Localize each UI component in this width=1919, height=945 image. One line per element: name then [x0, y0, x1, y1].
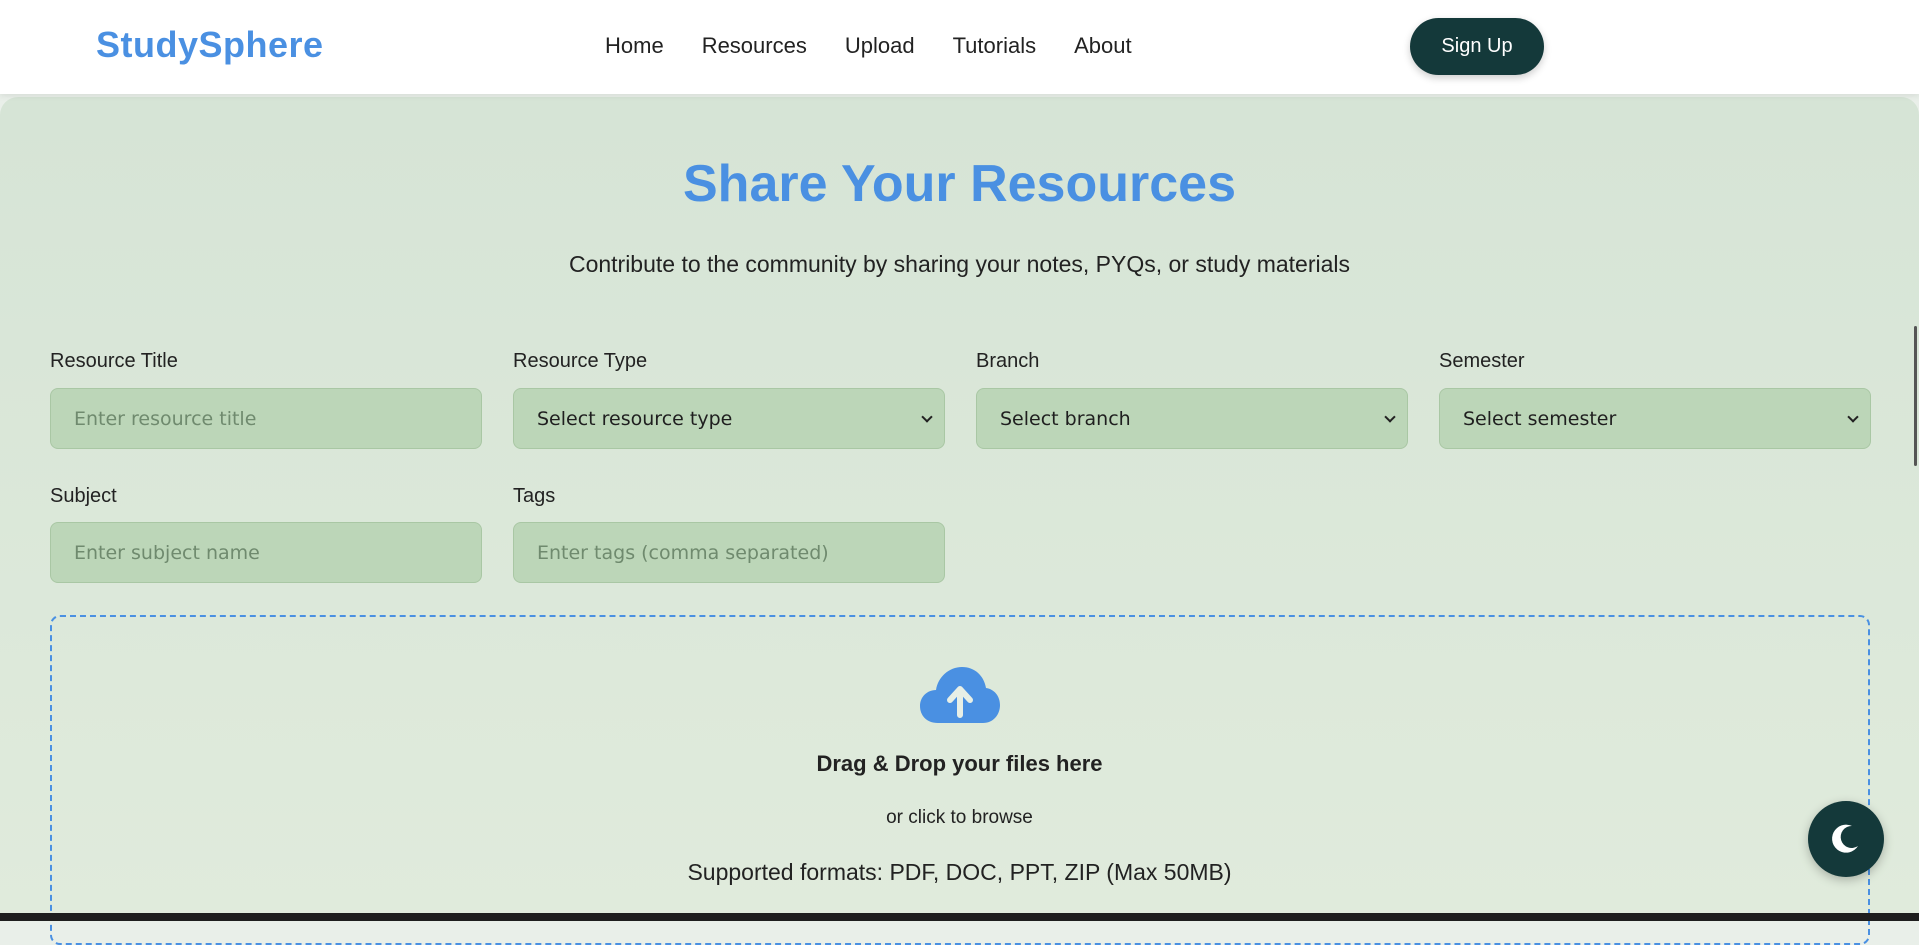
sign-up-button[interactable]: Sign Up: [1410, 18, 1544, 75]
nav-home[interactable]: Home: [605, 33, 664, 59]
theme-toggle-button[interactable]: [1808, 801, 1884, 877]
main-nav: Home Resources Upload Tutorials About: [605, 33, 1132, 59]
branch-select[interactable]: Select branch: [976, 388, 1408, 449]
nav-tutorials[interactable]: Tutorials: [953, 33, 1037, 59]
semester-label: Semester: [1439, 350, 1525, 372]
tags-label: Tags: [513, 485, 556, 507]
subject-input[interactable]: [50, 522, 482, 583]
resource-title-input[interactable]: [50, 388, 482, 449]
subject-label: Subject: [50, 485, 117, 507]
site-logo[interactable]: StudySphere: [96, 24, 324, 66]
chevron-down-icon: [1384, 410, 1396, 423]
moon-icon: [1832, 824, 1858, 853]
resource-type-select[interactable]: Select resource type: [513, 388, 945, 449]
bottom-bar: [0, 913, 1919, 921]
scrollbar-thumb[interactable]: [1914, 326, 1917, 466]
resource-type-value: Select resource type: [537, 407, 733, 430]
resource-title-label: Resource Title: [50, 350, 178, 372]
supported-formats: Supported formats: PDF, DOC, PPT, ZIP (M…: [687, 859, 1232, 885]
site-header: StudySphere Home Resources Upload Tutori…: [0, 0, 1919, 94]
nav-upload[interactable]: Upload: [845, 33, 915, 59]
tags-input[interactable]: [513, 522, 945, 583]
nav-about[interactable]: About: [1074, 33, 1132, 59]
nav-resources[interactable]: Resources: [702, 33, 807, 59]
branch-label: Branch: [976, 350, 1040, 372]
branch-value: Select branch: [1000, 407, 1131, 430]
drop-title: Drag & Drop your files here: [816, 751, 1103, 776]
semester-value: Select semester: [1463, 407, 1617, 430]
browse-hint[interactable]: or click to browse: [0, 807, 1919, 829]
resource-type-label: Resource Type: [513, 350, 648, 372]
page-title: Share Your Resources: [683, 155, 1236, 213]
page-subtitle: Contribute to the community by sharing y…: [568, 251, 1351, 277]
chevron-down-icon: [1847, 410, 1859, 423]
semester-select[interactable]: Select semester: [1439, 388, 1871, 449]
cloud-upload-icon: [920, 667, 1000, 723]
file-drop-zone[interactable]: [50, 615, 1870, 945]
chevron-down-icon: [921, 410, 933, 423]
